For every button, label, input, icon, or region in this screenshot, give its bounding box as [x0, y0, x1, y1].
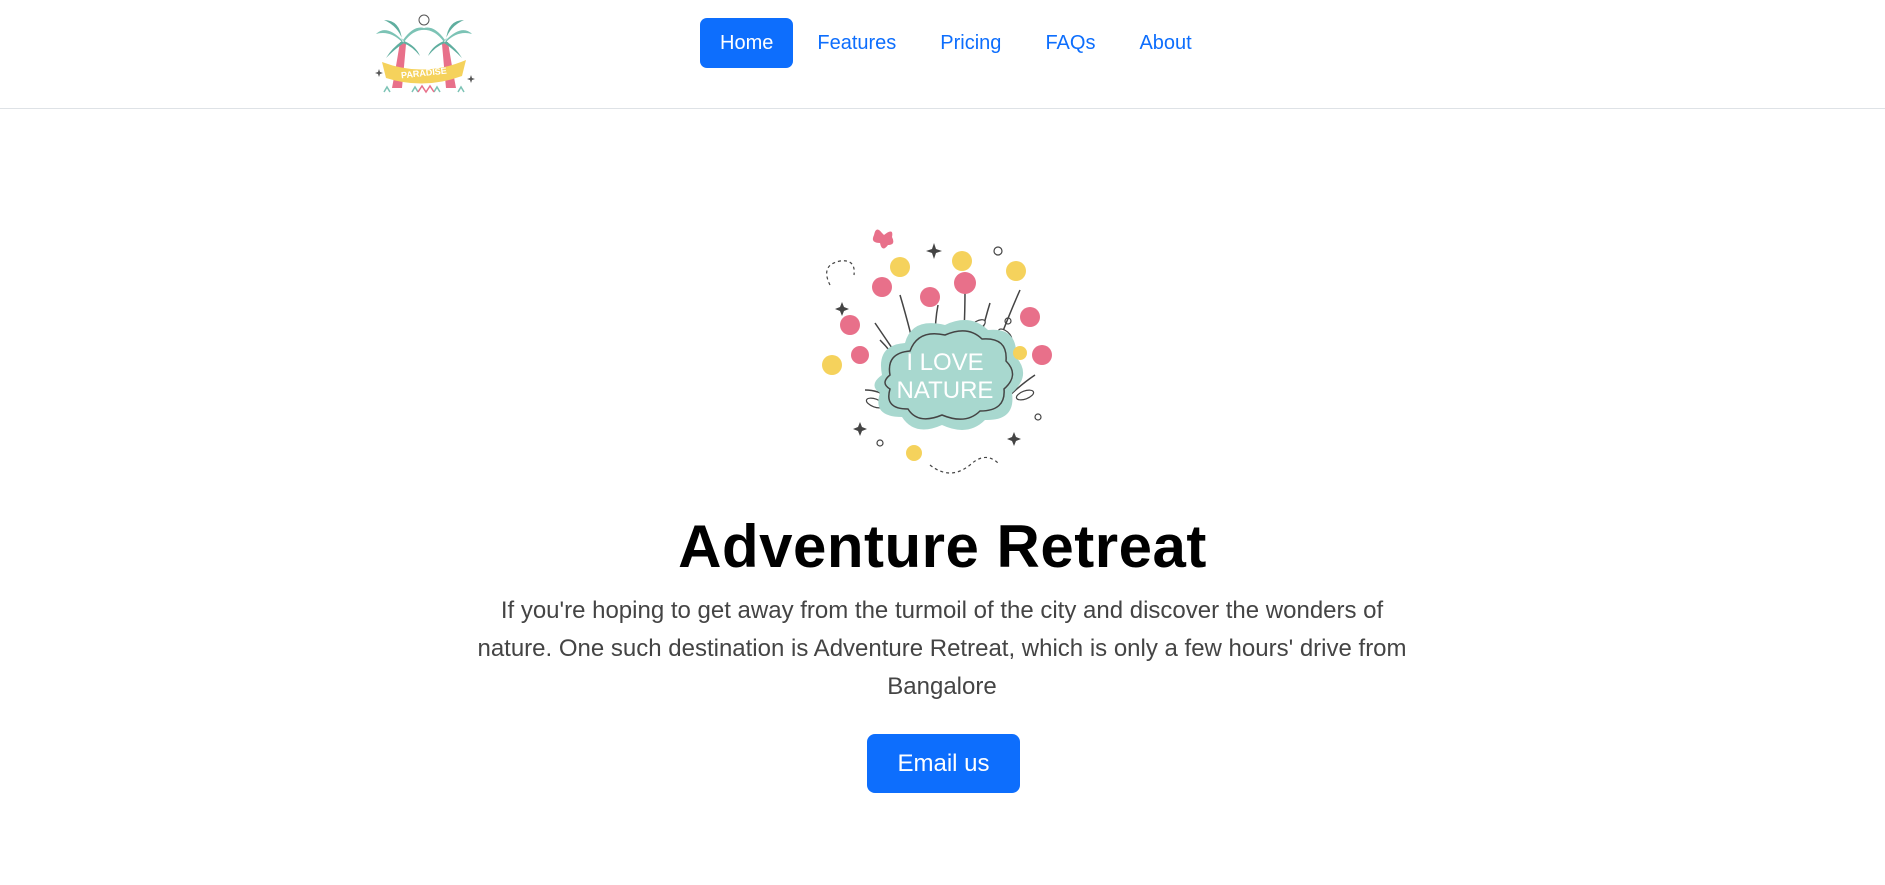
hero-description: If you're hoping to get away from the tu…	[477, 597, 1407, 700]
email-us-button[interactable]: Email us	[867, 734, 1020, 793]
nav-home[interactable]: Home	[700, 18, 794, 68]
site-header: PARADISE Home Features Pricing FAQs Abou…	[0, 0, 1885, 109]
nature-line1: I LOVE	[906, 349, 983, 376]
page-title: Adventure Retreat	[678, 513, 1207, 580]
nav-features[interactable]: Features	[797, 18, 916, 68]
palm-trees-icon: PARADISE	[375, 14, 475, 94]
nav-about[interactable]: About	[1119, 18, 1211, 68]
hero-illustration: I LOVE NATURE	[820, 225, 1070, 483]
main-nav: Home Features Pricing FAQs About	[700, 18, 1212, 68]
nature-line2: NATURE	[897, 377, 994, 404]
nav-pricing[interactable]: Pricing	[920, 18, 1021, 68]
site-logo[interactable]: PARADISE	[372, 12, 476, 96]
nav-faqs[interactable]: FAQs	[1025, 18, 1115, 68]
nature-flowers-icon: I LOVE NATURE	[822, 229, 1052, 474]
